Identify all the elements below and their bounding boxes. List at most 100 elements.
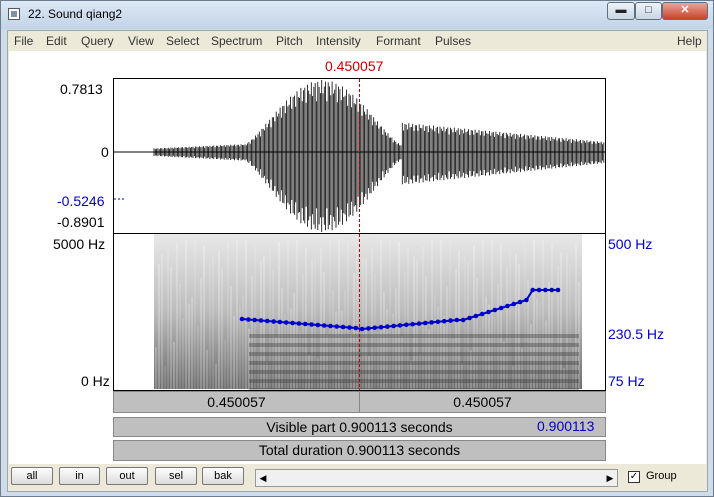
pitch-point [555,287,561,293]
pitch-bottom-label: 75 Hz [608,373,645,389]
pitch-point [277,319,283,325]
amplitude-min-label: -0.8901 [57,214,105,230]
scroll-left-arrow-icon[interactable]: ◀ [256,470,270,486]
pitch-point [498,305,504,311]
pitch-point [302,321,308,327]
time-scrollbar[interactable]: ◀ ▶ [255,469,618,487]
visible-end-label: 0.900113 [537,418,595,434]
pitch-point [441,318,447,324]
pitch-point [347,325,352,330]
minimize-button[interactable]: ▬ [607,2,635,20]
pitch-top-label: 500 Hz [608,236,653,252]
pitch-point [416,321,422,326]
menu-query[interactable]: Query [81,34,114,48]
pitch-point [524,297,529,303]
group-checkbox[interactable]: ✓ [628,471,640,483]
menu-formant[interactable]: Formant [376,34,421,48]
pitch-point [530,287,536,293]
pitch-point [479,311,485,317]
close-button[interactable]: ✕ [662,2,708,20]
pitch-point [366,326,371,331]
pitch-point [397,323,403,328]
pitch-point [258,318,264,323]
pitch-point [505,303,510,309]
zoom-out-button[interactable]: out [106,467,148,485]
cursor-time-label: 0.450057 [325,58,384,74]
pitch-mid-label: 230.5 Hz [608,326,665,342]
zoom-sel-button[interactable]: sel [155,467,197,485]
time-bar-right[interactable]: 0.450057 [360,392,605,412]
menu-pitch[interactable]: Pitch [276,34,303,48]
formant-band [249,370,579,374]
pitch-point [404,322,409,328]
pitch-point [359,326,365,332]
freq-bottom-label: 0 Hz [81,373,110,389]
waveform-panel[interactable] [113,78,606,234]
formant-band [249,352,579,356]
spectrogram-svg [154,234,582,390]
pitch-point [454,317,460,323]
pitch-point [334,324,340,329]
menu-help[interactable]: Help [677,34,702,48]
menu-pulses[interactable]: Pulses [435,34,471,48]
pitch-point [492,307,498,313]
pitch-point [321,323,327,328]
waveform-svg [114,79,605,233]
formant-band [249,361,579,365]
sound-editor-canvas[interactable]: 0.450057 0.7813 0 -0.5246 -0.8901 5000 H… [9,51,706,488]
zoom-back-button[interactable]: bak [202,467,244,485]
menu-bar: File Edit Query View Select Spectrum Pit… [8,31,707,51]
cursor-time-bar[interactable]: 0.450057 0.450057 [113,391,606,413]
menu-edit[interactable]: Edit [46,34,67,48]
pitch-point [246,317,251,322]
pitch-point [410,321,415,327]
menu-select[interactable]: Select [166,34,199,48]
waveform-trace [153,80,605,232]
pitch-point [448,318,453,323]
scroll-right-arrow-icon[interactable]: ▶ [603,470,617,486]
client-area: File Edit Query View Select Spectrum Pit… [7,30,708,492]
pitch-point [422,320,428,326]
total-duration-bar[interactable]: Total duration 0.900113 seconds [113,440,606,461]
title-bar: 22. Sound qiang2 ▬ □ ✕ [1,1,713,29]
pitch-point [353,325,359,331]
pitch-point [271,319,276,324]
pitch-point [543,287,548,293]
menu-intensity[interactable]: Intensity [316,34,361,48]
spectrogram-energy [154,234,582,389]
time-bar-left[interactable]: 0.450057 [114,392,360,412]
menu-view[interactable]: View [128,34,154,48]
pitch-point [340,324,346,330]
pitch-point [467,315,472,321]
amplitude-cursor-label: -0.5246 [57,193,105,209]
window-title: 22. Sound qiang2 [28,7,123,21]
praat-sound-window: 22. Sound qiang2 ▬ □ ✕ File Edit Query V… [0,0,714,497]
pitch-point [372,325,378,331]
pitch-point [239,316,245,322]
pitch-point [328,323,333,329]
pitch-point [290,320,295,326]
visible-part-bar[interactable]: Visible part 0.900113 seconds [113,417,606,437]
menu-spectrum[interactable]: Spectrum [211,34,262,48]
pitch-point [536,287,542,293]
pitch-point [283,320,289,325]
spectrogram-panel[interactable] [113,234,606,391]
formant-band [249,334,579,338]
pitch-point [511,301,517,307]
pitch-point [252,317,257,323]
bottom-toolbar: all in out sel bak ◀ ▶ ✓ Group [8,464,707,491]
pitch-point [486,309,491,315]
formant-band [249,343,579,347]
formant-band [249,379,579,383]
pitch-point [429,320,434,325]
menu-file[interactable]: File [14,34,33,48]
amplitude-zero-label: 0 [101,144,109,160]
pitch-point [309,322,314,327]
pitch-point [460,317,466,323]
maximize-button[interactable]: □ [635,2,662,20]
freq-top-label: 5000 Hz [53,236,106,252]
zoom-in-button[interactable]: in [59,467,100,485]
pitch-point [264,318,270,324]
waveform-samples [153,80,605,232]
zoom-all-button[interactable]: all [11,467,53,485]
